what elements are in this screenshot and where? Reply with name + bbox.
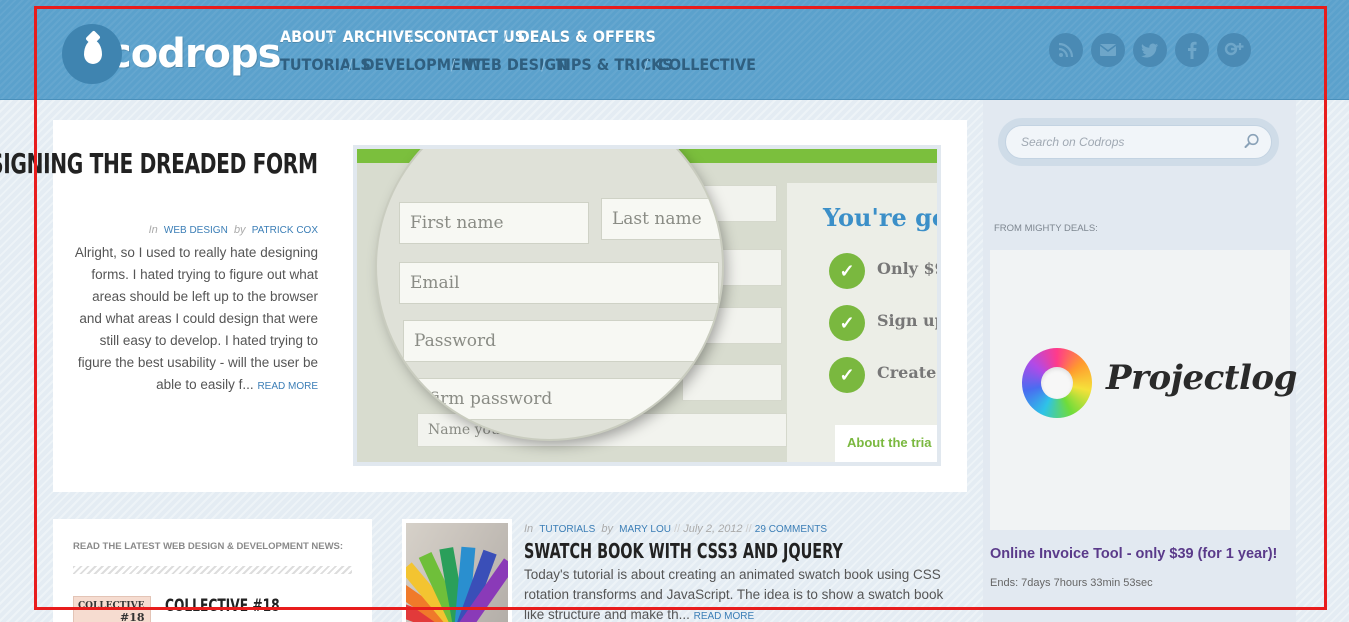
nav-separator: / [503, 27, 508, 46]
search-input[interactable] [1005, 125, 1272, 159]
google-plus-icon[interactable] [1217, 33, 1251, 67]
news-widget-title: READ THE LATEST WEB DESIGN & DEVELOPMENT… [73, 541, 344, 552]
lens-field: Last name [601, 198, 721, 240]
twitter-icon[interactable] [1133, 33, 1167, 67]
magnifier-lens: First name Last name Email Password nfir… [377, 149, 722, 439]
meta-by-label: by [601, 523, 613, 535]
nav-tutorials[interactable]: TUTORIALS [280, 55, 371, 74]
drop-logo-icon [62, 24, 122, 84]
primary-nav: ABOUT / ARCHIVES / CONTACT US / DEALS & … [280, 27, 656, 46]
logo-text: codrops [108, 31, 281, 77]
meta-in-label: In [524, 523, 534, 535]
nav-separator: / [408, 27, 414, 46]
featured-category-link[interactable]: WEB DESIGN [164, 225, 228, 236]
nav-separator: / [643, 55, 649, 74]
featured-title[interactable]: DESIGNING THE DREADED FORM [0, 146, 318, 181]
news-thumbnail[interactable]: COLLECTIVE #18 [73, 596, 151, 622]
mail-icon[interactable] [1091, 33, 1125, 67]
facebook-icon[interactable] [1175, 33, 1209, 67]
nav-separator: / [541, 55, 546, 74]
deal-title-link[interactable]: Online Invoice Tool - only $39 (for 1 ye… [990, 546, 1277, 562]
article-author-link[interactable]: MARY LOU [619, 524, 671, 535]
image-heading: You're go [823, 203, 941, 232]
meta-in-label: In [148, 224, 158, 236]
nav-collective[interactable]: COLLECTIVE [658, 55, 756, 74]
deal-banner[interactable]: Projectlog [990, 250, 1297, 530]
nav-tips-tricks[interactable]: TIPS & TRICKS [556, 55, 673, 74]
deal-brand: Projectlog [1106, 358, 1297, 398]
featured-article: DESIGNING THE DREADED FORM In WEB DESIGN… [0, 120, 967, 492]
image-about-label: About the tria [835, 425, 937, 462]
nav-separator: / [328, 27, 333, 46]
nav-contact-us[interactable]: CONTACT US [423, 27, 525, 46]
rss-icon[interactable] [1049, 33, 1083, 67]
lens-field: Email [399, 262, 719, 304]
featured-image[interactable]: Name your first product You're go ✓ Only… [353, 145, 941, 466]
secondary-nav: TUTORIALS / DEVELOPMENT / WEB DESIGN / T… [280, 55, 756, 74]
featured-excerpt-text: Alright, so I used to really hate design… [74, 245, 318, 392]
swatch-book-image [406, 523, 508, 622]
thumb-number: #18 [120, 611, 145, 622]
image-check-label: Sign up [877, 311, 941, 330]
article-excerpt: Today's tutorial is about creating an an… [524, 565, 944, 622]
search-box [998, 118, 1279, 166]
thumb-label: COLLECTIVE [78, 601, 145, 611]
nav-separator: / [348, 55, 353, 74]
news-divider [73, 566, 352, 574]
article-thumbnail[interactable] [402, 519, 512, 622]
image-check-label: Only $9 [877, 259, 941, 278]
social-links [1049, 33, 1251, 67]
nav-deals-offers[interactable]: DEALS & OFFERS [518, 27, 656, 46]
codrops-logo[interactable]: codrops [62, 24, 281, 84]
meta-by-label: by [233, 224, 246, 236]
news-link[interactable]: COLLECTIVE #18 [165, 596, 280, 616]
featured-meta: In WEB DESIGN by PATRICK COX [73, 224, 318, 236]
read-more-link[interactable]: READ MORE [694, 611, 755, 622]
lens-field: First name [399, 202, 589, 244]
check-icon: ✓ [829, 253, 865, 289]
article-comments-link[interactable]: 29 COMMENTS [755, 524, 827, 535]
news-widget: READ THE LATEST WEB DESIGN & DEVELOPMENT… [53, 519, 372, 622]
article-title[interactable]: SWATCH BOOK WITH CSS3 AND JQUERY [524, 539, 843, 565]
lens-field: nfirm password [407, 378, 722, 420]
deals-label: FROM MIGHTY DEALS: [994, 223, 1098, 234]
article-swatch-book: In TUTORIALS by MARY LOU // July 2, 2012… [524, 523, 944, 622]
featured-author-link[interactable]: PATRICK COX [252, 225, 318, 236]
sidebar: FROM MIGHTY DEALS: Projectlog Online Inv… [983, 100, 1297, 622]
nav-web-design[interactable]: WEB DESIGN [465, 55, 568, 74]
read-more-link[interactable]: READ MORE [257, 381, 318, 392]
check-icon: ✓ [829, 305, 865, 341]
site-header: codrops ABOUT / ARCHIVES / CONTACT US / … [0, 0, 1349, 100]
featured-text: DESIGNING THE DREADED FORM In WEB DESIGN… [0, 146, 318, 398]
article-meta: In TUTORIALS by MARY LOU // July 2, 2012… [524, 523, 828, 535]
check-icon: ✓ [829, 357, 865, 393]
lens-field: Password [403, 320, 722, 362]
nav-separator: / [450, 55, 456, 74]
deal-countdown: Ends: 7days 7hours 33min 53sec [990, 577, 1153, 589]
search-icon[interactable] [1244, 133, 1260, 149]
featured-excerpt: Alright, so I used to really hate design… [73, 242, 318, 398]
image-check-label: Create y [877, 363, 937, 382]
projectlog-logo-icon [1022, 348, 1092, 418]
article-date: July 2, 2012 [683, 523, 743, 535]
article-category-link[interactable]: TUTORIALS [539, 524, 595, 535]
